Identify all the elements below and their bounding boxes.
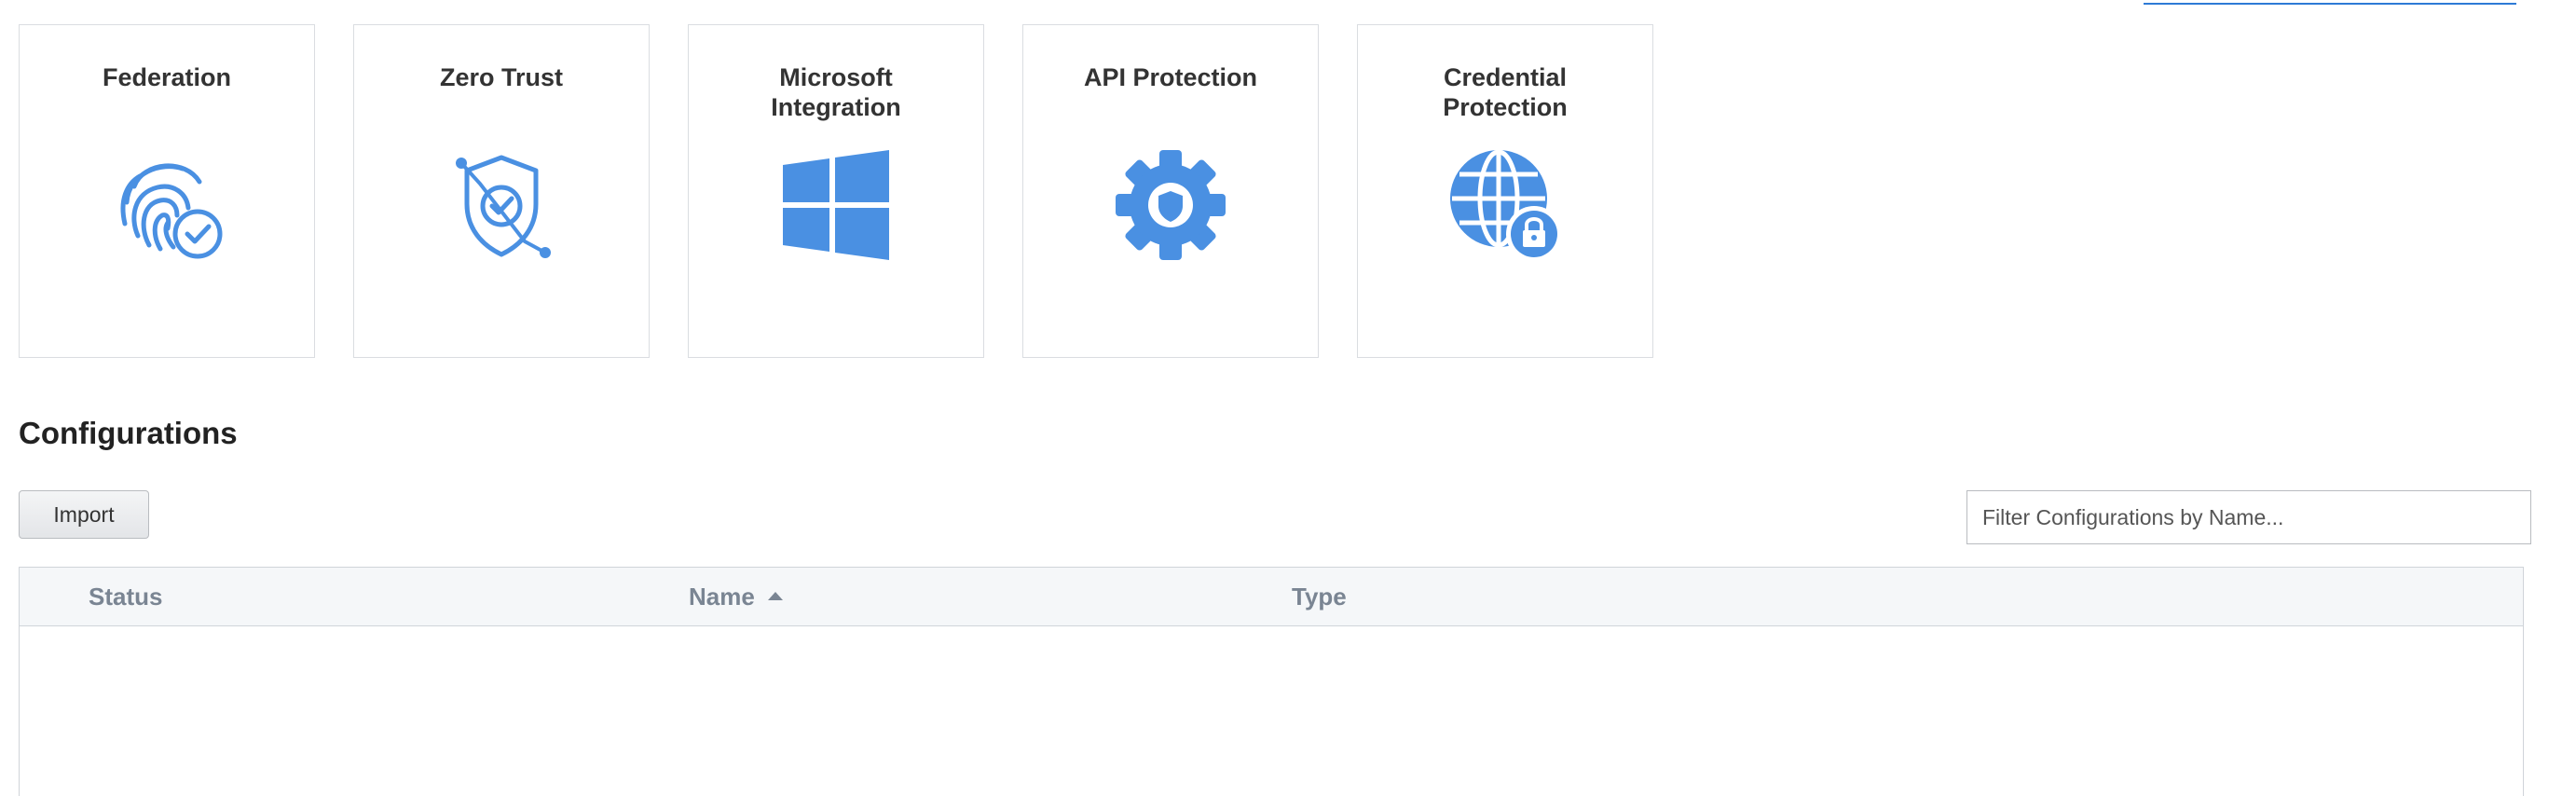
card-federation[interactable]: Federation xyxy=(19,24,315,358)
card-microsoft-integration[interactable]: Microsoft Integration xyxy=(688,24,984,358)
card-title: API Protection xyxy=(1083,63,1258,91)
card-title: Credential Protection xyxy=(1443,63,1568,121)
card-title: Zero Trust xyxy=(439,63,564,91)
gear-shield-icon xyxy=(1110,144,1231,266)
top-link-underline[interactable] xyxy=(2144,0,2516,5)
column-header-label: Type xyxy=(1292,583,1347,611)
card-title: Federation xyxy=(102,63,232,91)
shield-check-icon xyxy=(441,144,562,266)
integration-cards: Federation Zero Trust Microsoft Integrat… xyxy=(19,24,1653,358)
filter-configurations-input[interactable] xyxy=(1966,490,2531,544)
card-credential-protection[interactable]: Credential Protection xyxy=(1357,24,1653,358)
column-header-name[interactable]: Name xyxy=(689,568,783,625)
column-header-label: Status xyxy=(89,583,163,611)
globe-lock-icon xyxy=(1445,144,1566,266)
windows-logo-icon xyxy=(775,144,897,266)
column-header-status[interactable]: Status xyxy=(89,568,162,625)
integrations-page: Federation Zero Trust Microsoft Integrat… xyxy=(0,0,2576,796)
column-header-type[interactable]: Type xyxy=(1292,568,1347,625)
card-zero-trust[interactable]: Zero Trust xyxy=(353,24,650,358)
column-header-label: Name xyxy=(689,583,755,611)
card-api-protection[interactable]: API Protection xyxy=(1022,24,1319,358)
table-header: Status Name Type xyxy=(20,568,2523,626)
configurations-table: Status Name Type xyxy=(19,567,2524,796)
fingerprint-check-icon xyxy=(106,144,227,266)
card-title: Microsoft Integration xyxy=(771,63,901,121)
import-button[interactable]: Import xyxy=(19,490,149,539)
sort-ascending-icon xyxy=(767,591,783,600)
configurations-title: Configurations xyxy=(19,416,238,450)
